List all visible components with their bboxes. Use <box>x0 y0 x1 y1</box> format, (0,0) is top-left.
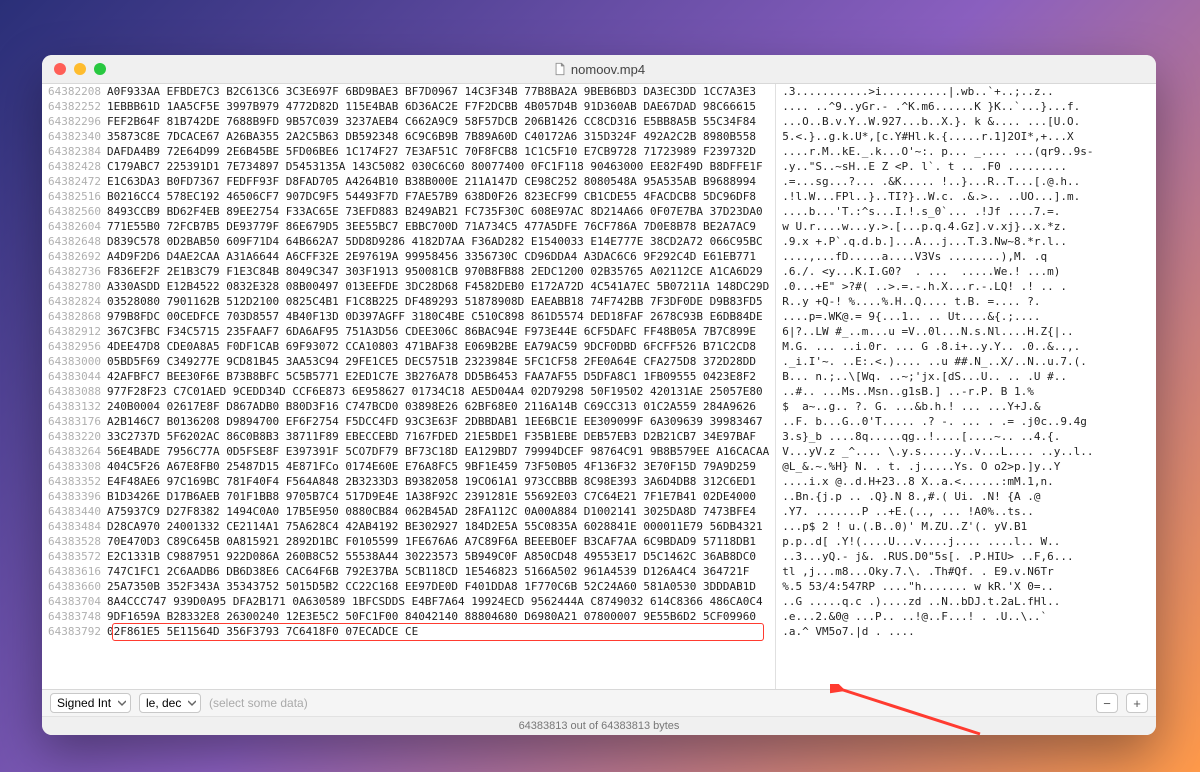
selection-hint: (select some data) <box>209 696 308 710</box>
document-icon <box>553 62 567 76</box>
footer-bar: Signed Int le, dec (select some data) − … <box>42 689 1156 716</box>
titlebar: nomoov.mp4 <box>42 55 1156 84</box>
hex-editor-window: nomoov.mp4 64382208 64382252 64382296 64… <box>42 55 1156 735</box>
status-text: 64383813 out of 64383813 bytes <box>519 720 680 732</box>
endian-select[interactable]: le, dec <box>139 693 201 713</box>
status-bar: 64383813 out of 64383813 bytes <box>42 716 1156 735</box>
window-title: nomoov.mp4 <box>42 62 1156 77</box>
format-select[interactable]: Signed Int <box>50 693 131 713</box>
zoom-in-button[interactable]: + <box>1126 693 1148 713</box>
hex-view[interactable]: 64382208 64382252 64382296 64382340 6438… <box>42 84 1156 689</box>
window-title-text: nomoov.mp4 <box>571 62 645 77</box>
ascii-column[interactable]: .3...........>i..........|.wb..`+..;..z.… <box>775 84 1093 689</box>
zoom-out-button[interactable]: − <box>1096 693 1118 713</box>
hex-column[interactable]: A0F933AA EFBDE7C3 B2C613C6 3C3E697F 6BD9… <box>107 84 775 689</box>
offset-column: 64382208 64382252 64382296 64382340 6438… <box>42 84 107 689</box>
